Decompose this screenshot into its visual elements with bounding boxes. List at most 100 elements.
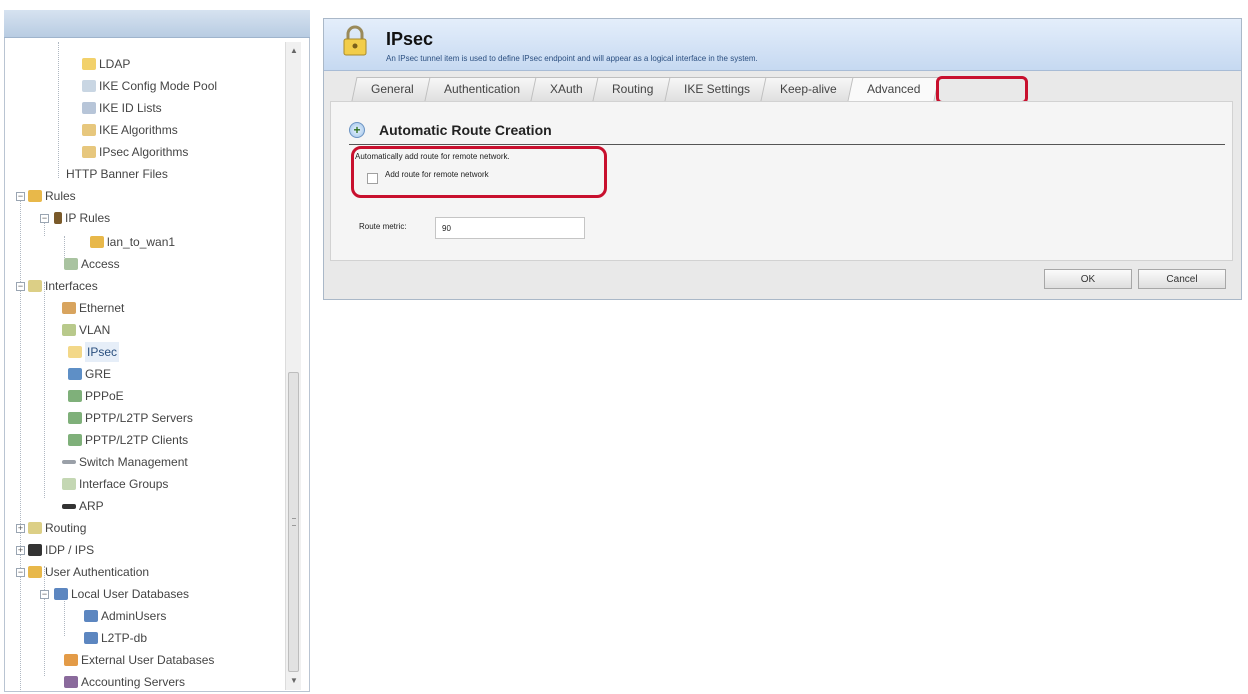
- folder-icon: [82, 58, 96, 70]
- tree-item-ethernet[interactable]: Ethernet: [62, 298, 124, 318]
- tab-bar: General Authentication XAuth Routing IKE…: [351, 77, 940, 101]
- tree-item-pptp-l2tp-clients[interactable]: PPTP/L2TP Clients: [68, 430, 188, 450]
- user-db-icon: [84, 610, 98, 622]
- interfaces-folder-icon: [28, 280, 42, 292]
- tree-item-rules[interactable]: Rules: [28, 186, 76, 206]
- tree-item-label: Access: [81, 257, 120, 271]
- dialog-header: IPsec An IPsec tunnel item is used to de…: [324, 19, 1241, 71]
- routing-folder-icon: [28, 522, 42, 534]
- tree-item-http-banner-files[interactable]: HTTP Banner Files: [66, 164, 168, 184]
- tree-item-pppoe[interactable]: PPPoE: [68, 386, 124, 406]
- tree-item-label: External User Databases: [81, 653, 215, 667]
- tree-item-label: Rules: [45, 189, 76, 203]
- rules-icon: [54, 212, 62, 224]
- vlan-icon: [62, 324, 76, 336]
- tree-item-user-authentication[interactable]: User Authentication: [28, 562, 149, 582]
- accounting-icon: [64, 676, 78, 688]
- tree-item-label: Routing: [45, 521, 87, 535]
- dialog-description: An IPsec tunnel item is used to define I…: [386, 54, 758, 63]
- tree-item-external-user-databases[interactable]: External User Databases: [64, 650, 214, 670]
- tree-item-label: PPTP/L2TP Clients: [85, 433, 189, 447]
- gre-icon: [68, 368, 82, 380]
- rule-icon: [90, 236, 104, 248]
- route-metric-label: Route metric:: [359, 222, 407, 231]
- tab-routing[interactable]: Routing: [592, 77, 674, 101]
- tab-keep-alive[interactable]: Keep-alive: [760, 77, 857, 101]
- section-title: Automatic Route Creation: [379, 122, 552, 138]
- tab-ike-settings[interactable]: IKE Settings: [664, 77, 770, 101]
- client-icon: [68, 434, 82, 446]
- lock-icon: [82, 124, 96, 136]
- tab-advanced[interactable]: Advanced: [847, 77, 940, 101]
- list-icon: [82, 102, 96, 114]
- tree-item-label: IPsec: [85, 342, 120, 362]
- tree-item-interface-groups[interactable]: Interface Groups: [62, 474, 168, 494]
- collapse-ip-rules-icon[interactable]: −: [40, 214, 49, 223]
- tree-item-ldap[interactable]: LDAP: [82, 54, 130, 74]
- idp-icon: [28, 544, 42, 556]
- tab-authentication[interactable]: Authentication: [424, 77, 540, 101]
- tree-item-label: Ethernet: [79, 301, 125, 315]
- switch-icon: [62, 460, 76, 464]
- tree-item-interfaces[interactable]: Interfaces: [28, 276, 98, 296]
- tree-item-ike-algorithms[interactable]: IKE Algorithms: [82, 120, 178, 140]
- route-metric-input[interactable]: [435, 217, 585, 239]
- expand-idp-ips-icon[interactable]: +: [16, 546, 25, 555]
- server-icon: [68, 412, 82, 424]
- cancel-button[interactable]: Cancel: [1138, 269, 1226, 289]
- tree-item-label: IP Rules: [65, 211, 111, 225]
- tree-item-label: IPsec Algorithms: [99, 145, 189, 159]
- tree-item-ip-rules[interactable]: IP Rules: [54, 208, 110, 228]
- tree-item-vlan[interactable]: VLAN: [62, 320, 110, 340]
- section-divider: [349, 144, 1225, 145]
- tree-item-accounting-servers[interactable]: Accounting Servers: [64, 672, 185, 692]
- tab-xauth[interactable]: XAuth: [530, 77, 603, 101]
- add-route-checkbox[interactable]: [367, 173, 378, 184]
- ipsec-dialog: IPsec An IPsec tunnel item is used to de…: [323, 18, 1242, 300]
- tree-item-label: VLAN: [79, 323, 111, 337]
- tree-item-idp-ips[interactable]: IDP / IPS: [28, 540, 94, 560]
- tree-item-ipsec-algorithms[interactable]: IPsec Algorithms: [82, 142, 188, 162]
- collapse-interfaces-icon[interactable]: −: [16, 282, 25, 291]
- tab-general[interactable]: General: [351, 77, 434, 101]
- ethernet-icon: [62, 302, 76, 314]
- scroll-thumb[interactable]: [288, 372, 299, 672]
- tree-item-lan-to-wan1[interactable]: lan_to_wan1: [90, 232, 175, 252]
- tree-item-ipsec[interactable]: IPsec: [68, 342, 120, 362]
- padlock-icon: [343, 25, 367, 56]
- tree-item-label: PPPoE: [85, 389, 124, 403]
- tree-item-label: IDP / IPS: [45, 543, 95, 557]
- tree-item-arp[interactable]: ARP: [62, 496, 104, 516]
- pppoe-icon: [68, 390, 82, 402]
- tree-item-l2tp-db[interactable]: L2TP-db: [84, 628, 147, 648]
- user-auth-folder-icon: [28, 566, 42, 578]
- scroll-down-arrow-icon[interactable]: ▼: [289, 676, 299, 686]
- tree-item-label: Interfaces: [45, 279, 98, 293]
- tree-item-switch-management[interactable]: Switch Management: [62, 452, 188, 472]
- tree-item-access[interactable]: Access: [64, 254, 120, 274]
- tree-item-gre[interactable]: GRE: [68, 364, 111, 384]
- scroll-up-arrow-icon[interactable]: ▲: [289, 46, 299, 56]
- scroll-grip-icon: [292, 518, 296, 526]
- collapse-local-user-databases-icon[interactable]: −: [40, 590, 49, 599]
- tree-item-ike-config-mode-pool[interactable]: IKE Config Mode Pool: [82, 76, 217, 96]
- external-db-icon: [64, 654, 78, 666]
- auto-route-description: Automatically add route for remote netwo…: [355, 152, 510, 161]
- dialog-title: IPsec: [386, 29, 434, 49]
- collapse-user-authentication-icon[interactable]: −: [16, 568, 25, 577]
- tree-item-label: PPTP/L2TP Servers: [85, 411, 193, 425]
- cable-icon: [62, 503, 76, 509]
- collapse-rules-icon[interactable]: −: [16, 192, 25, 201]
- expand-routing-icon[interactable]: +: [16, 524, 25, 533]
- access-icon: [64, 258, 78, 270]
- tree-item-adminusers[interactable]: AdminUsers: [84, 606, 166, 626]
- add-route-checkbox-label[interactable]: Add route for remote network: [385, 170, 489, 179]
- database-icon: [54, 588, 68, 600]
- tree-scrollbar[interactable]: ▲ ▼: [285, 42, 301, 690]
- tree-item-ike-id-lists[interactable]: IKE ID Lists: [82, 98, 162, 118]
- tree-item-routing[interactable]: Routing: [28, 518, 86, 538]
- tree-item-local-user-databases[interactable]: Local User Databases: [54, 584, 189, 604]
- tree-item-pptp-l2tp-servers[interactable]: PPTP/L2TP Servers: [68, 408, 193, 428]
- route-add-icon: +: [349, 122, 365, 138]
- ok-button[interactable]: OK: [1044, 269, 1132, 289]
